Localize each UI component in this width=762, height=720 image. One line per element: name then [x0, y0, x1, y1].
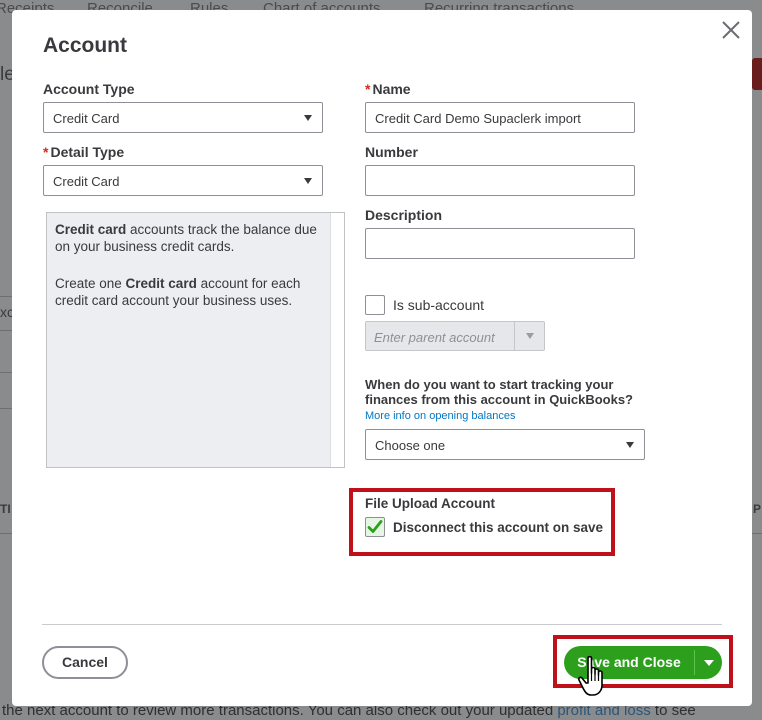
account-type-value: Credit Card: [53, 111, 120, 126]
opening-balance-select[interactable]: Choose one: [365, 429, 645, 460]
info-paragraph-1: Credit card accounts track the balance d…: [55, 221, 325, 255]
checkmark-icon: [367, 520, 383, 533]
description-input[interactable]: [365, 228, 635, 259]
info-scrollbar[interactable]: [330, 213, 344, 467]
dialog-title: Account: [43, 34, 127, 57]
opening-balance-info-link[interactable]: More info on opening balances: [365, 410, 515, 422]
parent-account-select[interactable]: Enter parent account: [365, 321, 545, 351]
parent-account-placeholder: Enter parent account: [374, 330, 495, 345]
save-options-dropdown[interactable]: [695, 646, 722, 679]
bg-divider: [0, 533, 12, 534]
number-label: Number: [365, 144, 418, 160]
info-bold: Credit card: [125, 276, 197, 291]
account-dialog: Account Account Type Credit Card * Detail…: [12, 10, 752, 706]
bg-fragment-column: TI: [0, 502, 11, 516]
disconnect-label: Disconnect this account on save: [393, 520, 604, 535]
required-mark: *: [365, 81, 371, 97]
opening-balance-value: Choose one: [375, 438, 446, 453]
bg-divider: [0, 330, 12, 331]
bg-divider: [0, 296, 12, 297]
detail-type-label: * Detail Type: [43, 144, 124, 160]
bg-fragment-column-right: P: [753, 502, 762, 516]
info-paragraph-2: Create one Credit card account for each …: [55, 275, 325, 309]
name-input[interactable]: Credit Card Demo Supaclerk import: [365, 102, 635, 133]
disconnect-checkbox[interactable]: [365, 517, 385, 537]
required-mark: *: [43, 144, 49, 160]
name-label-text: Name: [372, 81, 411, 97]
name-label: * Name: [365, 81, 411, 97]
detail-type-label-text: Detail Type: [50, 144, 125, 160]
chevron-down-icon: [704, 660, 714, 666]
chevron-down-icon: [304, 115, 312, 121]
parent-account-dropdown-button[interactable]: [514, 322, 544, 350]
chevron-down-icon: [304, 178, 312, 184]
account-type-label: Account Type: [43, 81, 135, 97]
hand-pointer-icon: [576, 655, 610, 699]
opening-balance-question: When do you want to start tracking your …: [365, 377, 633, 407]
cancel-button[interactable]: Cancel: [42, 646, 128, 679]
file-upload-heading: File Upload Account: [365, 496, 496, 511]
detail-type-description-box: Credit card accounts track the balance d…: [46, 212, 345, 468]
sub-account-checkbox[interactable]: [365, 295, 385, 315]
number-input[interactable]: [365, 165, 635, 196]
info-text: Create one: [55, 276, 126, 291]
bg-divider: [752, 533, 762, 534]
sub-account-label: Is sub-account: [393, 297, 485, 313]
account-type-select[interactable]: Credit Card: [43, 102, 323, 133]
footer-divider: [42, 624, 722, 625]
chevron-down-icon: [526, 333, 534, 339]
info-bold: Credit card: [55, 222, 127, 237]
bg-divider: [0, 372, 12, 373]
description-label: Description: [365, 207, 443, 223]
close-icon[interactable]: [721, 20, 741, 40]
detail-type-value: Credit Card: [53, 174, 120, 189]
bg-action-button: [752, 58, 762, 90]
detail-type-select[interactable]: Credit Card: [43, 165, 323, 196]
chevron-down-icon: [626, 442, 634, 448]
bg-divider: [0, 408, 12, 409]
